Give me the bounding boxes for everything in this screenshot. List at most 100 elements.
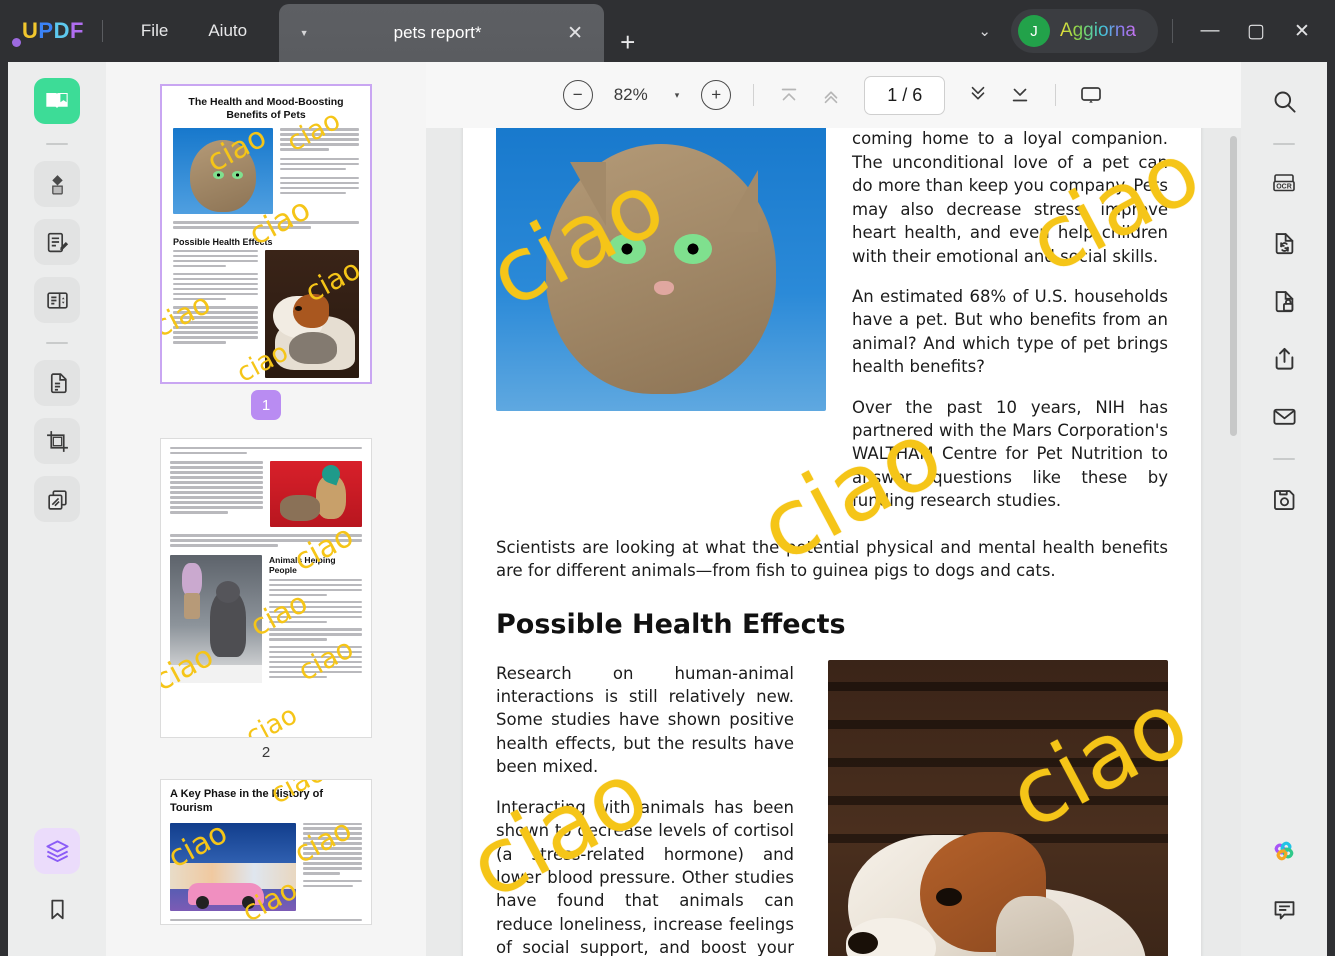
logo-letter-d: D (53, 18, 70, 43)
page-layout-icon (46, 291, 68, 309)
tab-strip: ▼ pets report* ✕ + (279, 0, 651, 62)
menu-aiuto[interactable]: Aiuto (188, 15, 267, 47)
document-tab[interactable]: ▼ pets report* ✕ (279, 4, 605, 62)
envelope-icon (1272, 408, 1296, 425)
thumbnail-list: The Health and Mood-Boosting Benefits of… (106, 84, 426, 931)
bookmark-icon (50, 899, 64, 919)
maximize-icon[interactable]: ▢ (1233, 11, 1279, 51)
rail-divider-1 (46, 143, 68, 145)
cat-face (546, 144, 776, 395)
sidebar-item-comment[interactable] (34, 161, 80, 207)
minimize-icon[interactable]: — (1187, 11, 1233, 51)
first-page-button[interactable] (770, 78, 808, 112)
updf-logo: UPDF (22, 18, 84, 44)
cat-eye-right (674, 234, 712, 264)
thumbnail-page-3[interactable]: A Key Phase in the History of Tourism ci… (160, 779, 372, 925)
paragraph-4: Scientists are looking at what the poten… (496, 537, 1168, 581)
document-viewer[interactable]: Nothing compares to the joy of coming ho… (426, 128, 1241, 956)
document-toolbar: − 82% ▾ + 1 / 6 (426, 62, 1241, 128)
update-button[interactable]: J Aggiorna (1010, 9, 1158, 53)
next-page-button[interactable] (959, 78, 997, 112)
sidebar-item-edit[interactable] (34, 219, 80, 265)
paragraph-1: Nothing compares to the joy of coming ho… (852, 129, 1168, 266)
cat-eye-left (608, 234, 646, 264)
sidebar-item-forms[interactable] (34, 277, 80, 323)
avatar: J (1017, 15, 1050, 47)
last-page-button[interactable] (1001, 78, 1039, 112)
page-number-input[interactable]: 1 / 6 (864, 75, 946, 115)
chevron-double-down-icon (971, 86, 985, 100)
paragraph-6: Interacting with animals has been shown … (496, 797, 794, 956)
dog-and-cat-photo (828, 659, 1168, 956)
stack-pages-icon (47, 489, 67, 510)
svg-text:OCR: OCR (1276, 184, 1292, 191)
convert-button[interactable] (1261, 219, 1307, 265)
search-icon (1274, 91, 1296, 113)
cat-ear-right (722, 170, 758, 233)
thumbnail-page-1-heading: Possible Health Effects (173, 236, 273, 247)
cat-nose (654, 281, 674, 295)
thumbnail-page-2-label: 2 (261, 744, 271, 761)
comment-button[interactable] (1261, 886, 1307, 932)
share-button[interactable] (1261, 335, 1307, 381)
lock-document-icon (1275, 290, 1293, 312)
toolbar-divider-2 (1055, 84, 1057, 106)
paragraph-3: Over the past 10 years, NIH has partnere… (852, 397, 1168, 511)
search-button[interactable] (1261, 78, 1307, 124)
ocr-button[interactable]: OCR (1261, 161, 1307, 207)
ocr-icon: OCR (1273, 174, 1295, 192)
document-copy-icon (50, 372, 67, 393)
update-label: Aggiorna (1059, 20, 1136, 41)
sidebar-item-layers[interactable] (34, 828, 80, 874)
status-dot (12, 38, 21, 47)
thumbnail-page-1-content: The Health and Mood-Boosting Benefits of… (164, 88, 368, 382)
thumbnail-page-2[interactable]: Animals Helping People ciao ciao ciao ci… (160, 438, 372, 738)
floppy-save-icon (1273, 489, 1294, 510)
layers-icon (45, 839, 69, 862)
close-icon[interactable]: ✕ (1279, 11, 1325, 51)
paragraph-5: Research on human-animal interactions is… (496, 663, 794, 777)
save-button[interactable] (1261, 476, 1307, 522)
email-button[interactable] (1261, 393, 1307, 439)
protect-button[interactable] (1261, 277, 1307, 323)
titlebar-chevron-down-icon[interactable]: ⌄ (964, 14, 1005, 48)
dog-eye (936, 887, 962, 906)
present-screen-icon (1081, 87, 1102, 103)
document-scrollbar[interactable] (1230, 136, 1237, 436)
convert-document-icon (1275, 232, 1293, 254)
thumbnail-page-1-badge: 1 (251, 390, 281, 420)
chevron-double-up-icon (824, 91, 838, 104)
top-section: Nothing compares to the joy of coming ho… (496, 128, 1168, 530)
logo-divider (101, 20, 103, 42)
previous-page-button[interactable] (812, 78, 850, 112)
book-reader-icon (46, 93, 68, 108)
tab-dropdown-caret-icon[interactable]: ▼ (293, 28, 315, 38)
edit-document-icon (47, 232, 68, 252)
sidebar-item-batch[interactable] (34, 476, 80, 522)
tab-title: pets report* (393, 23, 482, 42)
thumbnail-page-3-title: A Key Phase in the History of Tourism (170, 788, 324, 814)
ai-assistant-button[interactable] (1261, 828, 1307, 874)
sidebar-item-organize[interactable] (34, 360, 80, 406)
zoom-dropdown-caret-icon[interactable]: ▾ (663, 84, 692, 107)
tab-close-icon[interactable]: ✕ (560, 22, 590, 45)
zoom-in-button[interactable]: + (701, 80, 732, 110)
title-bar: UPDF File Aiuto ▼ pets report* ✕ + ⌄ J A… (0, 0, 1335, 62)
new-tab-button[interactable]: + (604, 27, 651, 62)
zoom-out-button[interactable]: − (562, 80, 593, 110)
thumbnail-page-1[interactable]: The Health and Mood-Boosting Benefits of… (160, 84, 372, 384)
updf-application-window: UPDF File Aiuto ▼ pets report* ✕ + ⌄ J A… (0, 0, 1335, 956)
page-content: Nothing compares to the joy of coming ho… (463, 128, 1201, 956)
left-toolbar (8, 56, 106, 956)
bottom-text-column: Research on human-animal interactions is… (496, 660, 794, 956)
menu-file[interactable]: File (121, 15, 188, 47)
sidebar-item-bookmark[interactable] (34, 886, 80, 932)
presentation-mode-button[interactable] (1072, 78, 1110, 112)
sidebar-item-reader[interactable] (34, 78, 80, 124)
rail-divider-2 (46, 342, 68, 344)
sidebar-item-crop[interactable] (34, 418, 80, 464)
right-rail-divider-2 (1273, 458, 1295, 460)
thumbnail-panel[interactable]: The Health and Mood-Boosting Benefits of… (106, 56, 426, 956)
dog-nose (848, 931, 878, 954)
cat-photo (496, 128, 826, 411)
